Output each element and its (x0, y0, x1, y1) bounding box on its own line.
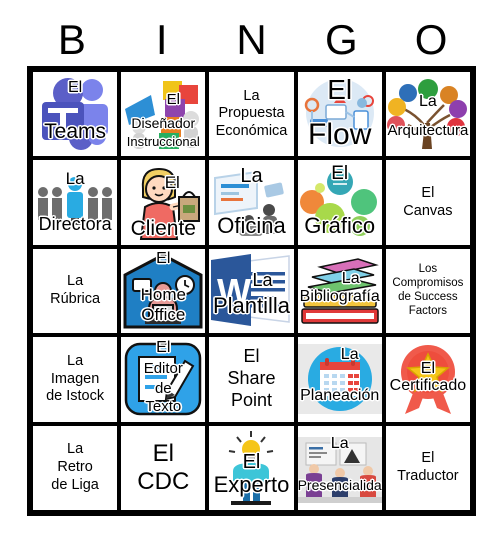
classroom-people-icon (297, 426, 382, 510)
tree-diagram-icon (386, 72, 470, 156)
cell-label: La Imagen de Istock (46, 352, 105, 405)
svg-text:W: W (217, 271, 251, 312)
bingo-header: B I N G O (27, 14, 476, 66)
woman-shopping-bag-icon (121, 160, 205, 244)
flow-diagram-icon (298, 72, 382, 156)
header-letter-o: O (414, 16, 448, 63)
cell-label: El Traductor (397, 450, 459, 484)
bingo-cell-directora[interactable]: La Directora (31, 158, 120, 247)
bingo-card: B I N G O El Teams El Diseñador Instrucc… (0, 0, 502, 544)
home-office-desk-icon (121, 249, 205, 333)
bingo-cell-cdc[interactable]: El CDC (119, 423, 208, 512)
bingo-cell-share-point[interactable]: El Share Point (207, 335, 296, 424)
bingo-cell-retro-de-liga[interactable]: La Retro de Liga (31, 423, 120, 512)
bingo-cell-canvas[interactable]: El Canvas (383, 158, 472, 247)
bingo-cell-experto[interactable]: El Experto (207, 423, 296, 512)
cell-label: La Retro de Liga (51, 441, 99, 493)
bingo-cell-arquitectura[interactable]: La Arquitectura (383, 70, 472, 159)
cell-label: El Canvas (403, 184, 453, 219)
bubble-chart-icon (298, 160, 382, 244)
microsoft-word-document-icon: W (209, 249, 293, 333)
calendar-icon (297, 337, 382, 421)
lightbulb-person-icon (209, 426, 293, 510)
bingo-cell-propuesta-economica[interactable]: La Propuesta Económica (207, 70, 296, 159)
cell-label: La Rúbrica (50, 273, 101, 307)
header-letter-i: I (155, 16, 168, 63)
bingo-cell-presencialidad[interactable]: La Presencialidad (295, 423, 384, 512)
bingo-cell-plantilla[interactable]: W La Plantilla (207, 246, 296, 336)
bingo-cell-disenador-instruccional[interactable]: El Diseñador Instruccional (119, 70, 208, 159)
bingo-cell-bibliografia[interactable]: La Bibliografía (295, 246, 384, 336)
leader-people-icon (33, 160, 117, 244)
bingo-cell-home-office[interactable]: El Home Office (119, 246, 208, 336)
text-editor-pencil-icon (121, 337, 205, 421)
bingo-cell-traductor[interactable]: El Traductor (383, 423, 472, 512)
award-ribbon-star-icon (386, 337, 470, 421)
header-letter-b: B (57, 16, 86, 63)
stack-of-books-icon (298, 249, 382, 333)
cell-label: Los Compromisos de Success Factors (392, 263, 464, 317)
puzzle-people-icon (121, 72, 205, 156)
bingo-cell-rubrica[interactable]: La Rúbrica (31, 246, 120, 336)
bingo-cell-editor-de-texto[interactable]: El Editor de Texto (119, 335, 208, 424)
bingo-cell-imagen-de-istock[interactable]: La Imagen de Istock (31, 335, 120, 424)
cell-label: La Propuesta Económica (215, 87, 288, 140)
bingo-cell-cliente[interactable]: El Cliente (119, 158, 208, 247)
bingo-cell-grafico[interactable]: El Gráfico (295, 158, 384, 247)
header-letter-g: G (324, 16, 358, 63)
microsoft-teams-logo-icon (33, 72, 117, 156)
header-letter-n: N (236, 16, 267, 63)
cell-label: El CDC (137, 439, 190, 495)
cell-label: El Share Point (227, 346, 276, 411)
bingo-cell-certificado[interactable]: El Certificado (383, 335, 472, 424)
bingo-cell-teams[interactable]: El Teams (31, 70, 120, 159)
bingo-cell-planeacion[interactable]: La Planeación (295, 335, 384, 424)
bingo-grid: El Teams El Diseñador Instruccional La P… (27, 66, 476, 516)
bingo-cell-compromisos-success-factors[interactable]: Los Compromisos de Success Factors (383, 246, 472, 336)
office-desk-icon (209, 160, 293, 244)
bingo-cell-oficina[interactable]: La Oficina (207, 158, 296, 247)
bingo-cell-flow[interactable]: El Flow (295, 70, 384, 159)
